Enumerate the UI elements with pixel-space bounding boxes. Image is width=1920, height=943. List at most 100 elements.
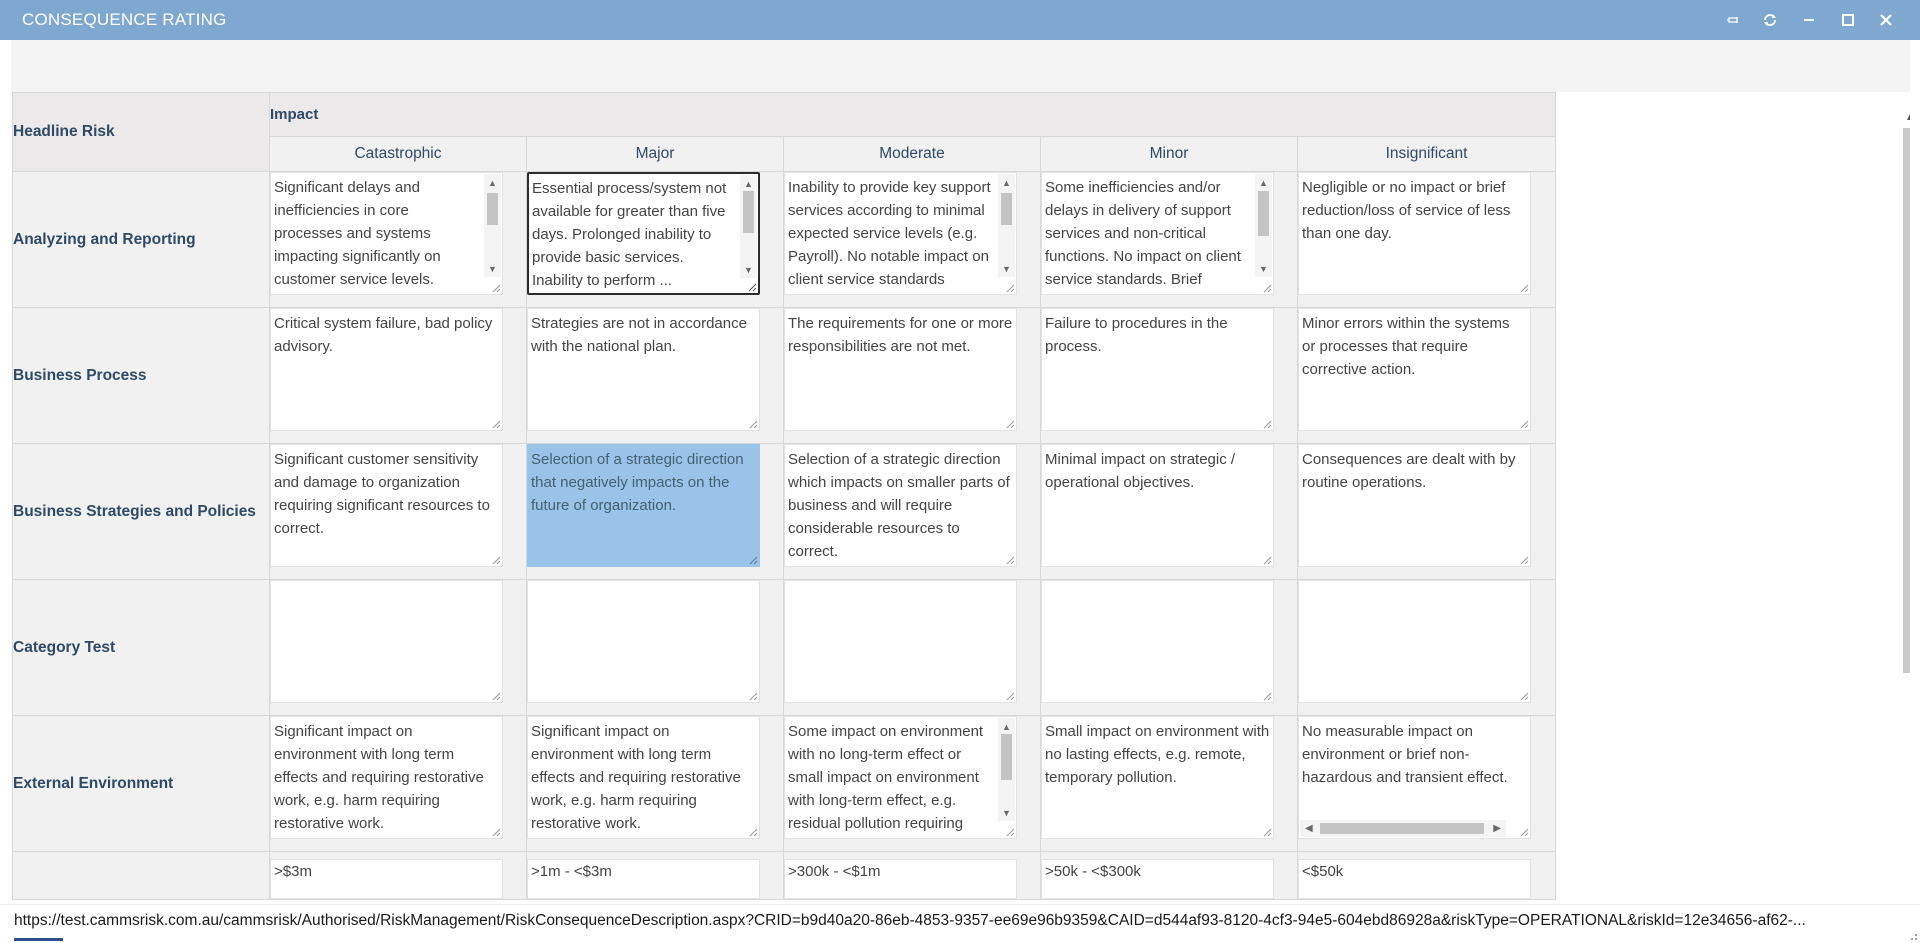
refresh-icon[interactable] [1757,8,1783,32]
consequence-text: Significant impact on environment with l… [531,723,746,832]
resize-grip-icon[interactable] [1005,555,1015,565]
resize-grip-icon[interactable] [748,827,758,837]
consequence-textarea[interactable]: Some impact on environment with no long-… [784,716,1017,839]
consequence-textarea[interactable]: Significant impact on environment with l… [270,716,503,839]
consequence-text: Critical system failure, bad policy advi… [274,315,497,355]
row-label [12,851,270,900]
scroll-up-icon[interactable]: ▲ [740,178,757,190]
resize-grip-icon[interactable] [1005,827,1015,837]
consequence-text: Inability to provide key support service… [788,179,995,288]
scroll-up-icon[interactable]: ▲ [998,721,1015,733]
minimize-icon[interactable] [1796,8,1822,32]
consequence-textarea-selected[interactable]: Selection of a strategic direction that … [527,444,760,567]
resize-grip-icon[interactable] [1262,419,1272,429]
resize-grip-icon[interactable] [747,282,757,292]
consequence-rating-table: Headline Risk Impact Catastrophic Major … [12,92,1557,900]
consequence-text: Failure to procedures in the process. [1045,315,1232,355]
table-row: External Environment Significant impact … [12,715,1557,852]
resize-grip-icon[interactable] [1519,419,1529,429]
pin-icon[interactable] [1720,8,1746,32]
resize-grip-icon[interactable] [1005,419,1015,429]
scroll-down-icon[interactable]: ▼ [484,263,501,275]
resize-grip-icon[interactable] [1005,283,1015,293]
consequence-textarea[interactable]: Critical system failure, bad policy advi… [270,308,503,431]
textarea-scrollbar[interactable]: ▲ ▼ [484,174,501,277]
resize-grip-icon[interactable] [491,555,501,565]
page-scroll-thumb[interactable] [1903,128,1910,673]
textarea-scrollbar[interactable]: ▲ ▼ [998,174,1015,277]
close-icon[interactable] [1873,8,1899,32]
resize-grip-icon[interactable] [1262,283,1272,293]
consequence-text: Significant impact on environment with l… [274,723,489,832]
textarea-hscrollbar[interactable]: ◀ ▶ [1300,820,1506,837]
resize-grip-icon[interactable] [491,827,501,837]
consequence-textarea[interactable]: Minimal impact on strategic / operationa… [1041,444,1274,567]
consequence-textarea[interactable]: Negligible or no impact or brief reducti… [1298,172,1531,295]
consequence-textarea[interactable]: Selection of a strategic direction which… [784,444,1017,567]
scroll-up-icon[interactable]: ▲ [1255,177,1272,189]
resize-grip-icon[interactable] [1262,827,1272,837]
textarea-scrollbar[interactable]: ▲ ▼ [1255,174,1272,277]
consequence-textarea[interactable]: Significant customer sensitivity and dam… [270,444,503,567]
scroll-down-icon[interactable]: ▼ [998,807,1015,819]
column-header-major: Major [526,136,784,172]
status-indicator [14,938,63,941]
resize-grip-icon[interactable] [748,691,758,701]
scroll-up-icon[interactable]: ▲ [998,177,1015,189]
scroll-up-icon[interactable]: ▲ [1900,112,1910,123]
value-field[interactable]: >1m - <$3m [527,859,760,899]
page-scrollbar[interactable]: ▲ ▼ [1900,110,1910,904]
consequence-textarea-focused[interactable]: Essential process/system not available f… [527,172,760,295]
scroll-down-icon[interactable]: ▼ [998,263,1015,275]
resize-grip-icon[interactable] [1262,555,1272,565]
resize-grip-icon[interactable] [748,419,758,429]
resize-grip-icon[interactable] [1005,691,1015,701]
consequence-text: Significant delays and inefficiencies in… [274,179,441,288]
value-field[interactable]: <$50k [1298,859,1531,899]
textarea-scrollbar[interactable]: ▲ ▼ [740,175,757,278]
resize-grip-icon[interactable] [1519,555,1529,565]
resize-grip-icon[interactable] [1262,691,1272,701]
resize-grip-icon[interactable] [1519,691,1529,701]
column-header-insignificant: Insignificant [1296,136,1557,172]
resize-grip-icon[interactable] [491,419,501,429]
consequence-textarea[interactable] [784,580,1017,703]
value-field[interactable]: >50k - <$300k [1041,859,1274,899]
resize-grip-icon[interactable] [491,691,501,701]
consequence-textarea[interactable]: Inability to provide key support service… [784,172,1017,295]
row-label: Business Process [12,307,270,444]
window-resize-grip-icon[interactable] [1906,929,1918,941]
consequence-textarea[interactable] [270,580,503,703]
consequence-textarea[interactable]: Significant impact on environment with l… [527,716,760,839]
consequence-textarea[interactable]: Significant delays and inefficiencies in… [270,172,503,295]
consequence-text: Some inefficiencies and/or delays in del… [1045,179,1241,288]
consequence-textarea[interactable] [1041,580,1274,703]
textarea-scrollbar[interactable]: ▲ ▼ [998,718,1015,821]
maximize-icon[interactable] [1835,8,1861,32]
resize-grip-icon[interactable] [748,555,758,565]
value-field[interactable]: >300k - <$1m [784,859,1017,899]
row-label: External Environment [12,715,270,852]
scroll-down-icon[interactable]: ▼ [1255,263,1272,275]
scroll-left-icon[interactable]: ◀ [1305,820,1313,837]
consequence-textarea[interactable] [1298,580,1531,703]
table-row: Business Strategies and Policies Signifi… [12,443,1557,580]
scroll-up-icon[interactable]: ▲ [484,177,501,189]
scroll-right-icon[interactable]: ▶ [1493,820,1501,837]
consequence-textarea[interactable]: The requirements for one or more respons… [784,308,1017,431]
resize-grip-icon[interactable] [1519,283,1529,293]
scroll-down-icon[interactable]: ▼ [740,264,757,276]
resize-grip-icon[interactable] [1519,827,1529,837]
column-header-minor: Minor [1040,136,1298,172]
consequence-textarea[interactable]: Some inefficiencies and/or delays in del… [1041,172,1274,295]
value-field[interactable]: >$3m [270,859,503,899]
consequence-textarea[interactable] [527,580,760,703]
consequence-textarea[interactable]: Minor errors within the systems or proce… [1298,308,1531,431]
consequence-textarea[interactable]: Consequences are dealt with by routine o… [1298,444,1531,567]
consequence-textarea[interactable]: Failure to procedures in the process. [1041,308,1274,431]
consequence-textarea[interactable]: Small impact on environment with no last… [1041,716,1274,839]
resize-grip-icon[interactable] [491,283,501,293]
consequence-textarea[interactable]: Strategies are not in accordance with th… [527,308,760,431]
consequence-textarea[interactable]: No measurable impact on environment or b… [1298,716,1531,839]
consequence-text: Essential process/system not available f… [532,180,731,289]
